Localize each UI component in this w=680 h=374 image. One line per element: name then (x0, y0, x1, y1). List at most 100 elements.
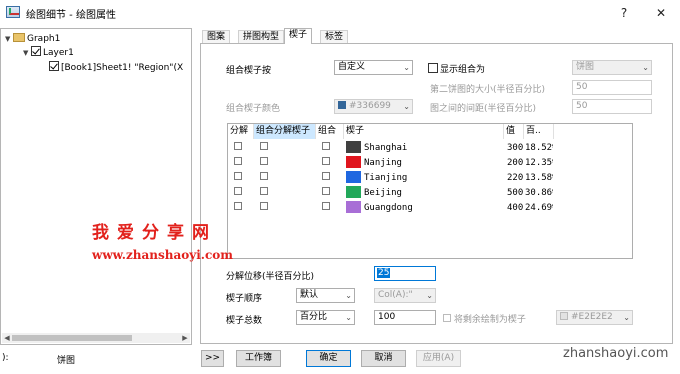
gap-input[interactable]: 50 (572, 99, 652, 114)
combine-checkbox[interactable] (322, 202, 330, 210)
wedge-value: 400 (507, 203, 524, 213)
column-header-wedge[interactable]: 楔子 (344, 124, 504, 139)
window-title: 绘图细节 - 绘图属性 (26, 10, 116, 21)
chevron-down-icon: ⌄ (345, 291, 352, 300)
combine-by-select[interactable]: 自定义 ⌄ (334, 60, 413, 75)
workbook-button[interactable]: 工作簿 (236, 350, 281, 367)
wedge-grid[interactable]: 分解 组合分解楔子 组合 楔子 值 百.. Shanghai 30018.52% N… (227, 123, 633, 259)
tree-horizontal-scrollbar[interactable]: ◀ ▶ (2, 333, 190, 343)
wedge-value: 500 (507, 188, 524, 198)
ok-button[interactable]: 确定 (306, 350, 351, 367)
combine-checkbox[interactable] (322, 142, 330, 150)
chevron-down-icon: ⌄ (642, 63, 649, 72)
wedge-percent: 13.58% (525, 173, 553, 183)
tree-item-graph[interactable]: ▼ Graph1 (5, 32, 60, 46)
explode-checkbox[interactable] (234, 157, 242, 165)
combine-explode-checkbox[interactable] (260, 187, 268, 195)
combine-by-value: 自定义 (338, 62, 366, 72)
plot-checkbox[interactable] (49, 61, 59, 71)
wedge-order-value: 默认 (300, 290, 319, 300)
explode-checkbox[interactable] (234, 202, 242, 210)
layer-checkbox[interactable] (31, 46, 41, 56)
wedge-color-swatch[interactable] (346, 171, 361, 183)
tab-wedges[interactable]: 楔子 (284, 28, 313, 44)
tab-pattern[interactable]: 图案 (202, 30, 231, 44)
remaining-color-select[interactable]: #E2E2E2 ⌄ (556, 310, 633, 325)
combine-explode-checkbox[interactable] (260, 172, 268, 180)
tree-item-label: Layer1 (43, 48, 74, 58)
explode-offset-label: 分解位移(半径百分比) (226, 272, 315, 282)
wedge-color-swatch[interactable] (346, 156, 361, 168)
wedge-name: Guangdong (364, 203, 413, 213)
wedge-color-swatch[interactable] (346, 141, 361, 153)
explode-offset-input[interactable]: 25 (374, 266, 436, 281)
color-swatch (338, 101, 346, 109)
scroll-thumb[interactable] (12, 335, 132, 341)
wedge-color-swatch[interactable] (346, 186, 361, 198)
wedge-percent: 18.52% (525, 143, 553, 153)
wedge-order-label: 楔子顺序 (226, 294, 263, 304)
explode-checkbox[interactable] (234, 142, 242, 150)
apply-button[interactable]: 应用(A) (416, 350, 461, 367)
tab-pie-geometry[interactable]: 拼图构型 (238, 30, 285, 44)
show-combined-checkbox[interactable] (428, 63, 438, 73)
combine-explode-checkbox[interactable] (260, 157, 268, 165)
column-header-explode[interactable]: 分解 (228, 124, 254, 139)
table-row[interactable]: Tianjing 22013.58% (228, 171, 632, 186)
scroll-right-icon[interactable]: ▶ (180, 333, 190, 343)
draw-remaining-label: 将剩余绘制为楔子 (453, 315, 526, 325)
wedge-percent: 24.69% (525, 203, 553, 213)
close-button[interactable]: ✕ (651, 4, 671, 22)
wedge-name: Beijing (364, 188, 402, 198)
plot-tree-pane: ▼ Graph1 ▼ Layer1 [Book1]Sheet1! "Region"(… (0, 28, 192, 345)
draw-remaining-row[interactable]: 将剩余绘制为楔子 (443, 312, 526, 325)
wedge-color-swatch[interactable] (346, 201, 361, 213)
column-header-combine-explode[interactable]: 组合分解楔子 (254, 124, 316, 139)
scroll-left-icon[interactable]: ◀ (2, 333, 12, 343)
wedge-order-select[interactable]: 默认 ⌄ (296, 288, 355, 303)
combined-color-select[interactable]: #336699 ⌄ (334, 99, 413, 114)
show-combined-checkbox-row[interactable]: 显示组合为 (428, 62, 485, 75)
wedge-value: 300 (507, 143, 524, 153)
cancel-button[interactable]: 取消 (361, 350, 406, 367)
table-row[interactable]: Nanjing 20012.35% (228, 156, 632, 171)
draw-remaining-checkbox[interactable] (443, 314, 451, 322)
tree-item-layer[interactable]: ▼ Layer1 (23, 46, 74, 60)
combined-color-value: #336699 (349, 101, 391, 111)
combine-explode-checkbox[interactable] (260, 142, 268, 150)
tab-labels[interactable]: 标签 (320, 30, 349, 44)
tree-item-plot[interactable]: [Book1]Sheet1! "Region"(X (49, 61, 183, 75)
explode-checkbox[interactable] (234, 187, 242, 195)
collapse-icon[interactable]: ▼ (23, 46, 31, 60)
column-header-value[interactable]: 值 (504, 124, 524, 139)
combine-checkbox[interactable] (322, 157, 330, 165)
show-combined-label: 显示组合为 (440, 65, 486, 75)
watermark-corner: zhanshaoyi.com (563, 346, 669, 361)
wedge-percent: 12.35% (525, 158, 553, 168)
wedge-total-mode-select[interactable]: 百分比 ⌄ (296, 310, 355, 325)
combine-by-label: 组合楔子按 (226, 66, 272, 76)
chevron-down-icon: ⌄ (623, 313, 630, 322)
show-combined-select[interactable]: 饼图 ⌄ (572, 60, 652, 75)
gap-label: 图之间的间距(半径百分比) (430, 104, 537, 114)
second-pie-size-input[interactable]: 50 (572, 80, 652, 95)
column-header-combine[interactable]: 组合 (316, 124, 344, 139)
collapse-icon[interactable]: ▼ (5, 32, 13, 46)
combine-checkbox[interactable] (322, 187, 330, 195)
tree-item-label: Graph1 (27, 34, 61, 44)
table-row[interactable]: Guangdong 40024.69% (228, 201, 632, 216)
chevron-down-icon: ⌄ (403, 102, 410, 111)
help-button[interactable]: ? (614, 4, 634, 22)
combine-checkbox[interactable] (322, 172, 330, 180)
color-swatch (560, 312, 568, 320)
explode-checkbox[interactable] (234, 172, 242, 180)
combine-explode-checkbox[interactable] (260, 202, 268, 210)
chevron-down-icon: ⌄ (403, 63, 410, 72)
column-header-percent[interactable]: 百.. (524, 124, 554, 139)
wedge-order-column-select[interactable]: Col(A):" ⌄ (374, 288, 436, 303)
wedge-total-input[interactable]: 100 (374, 310, 436, 325)
table-row[interactable]: Beijing 50030.86% (228, 186, 632, 201)
expand-button[interactable]: >> (201, 350, 224, 367)
origin-app-icon (6, 6, 20, 18)
table-row[interactable]: Shanghai 30018.52% (228, 141, 632, 156)
